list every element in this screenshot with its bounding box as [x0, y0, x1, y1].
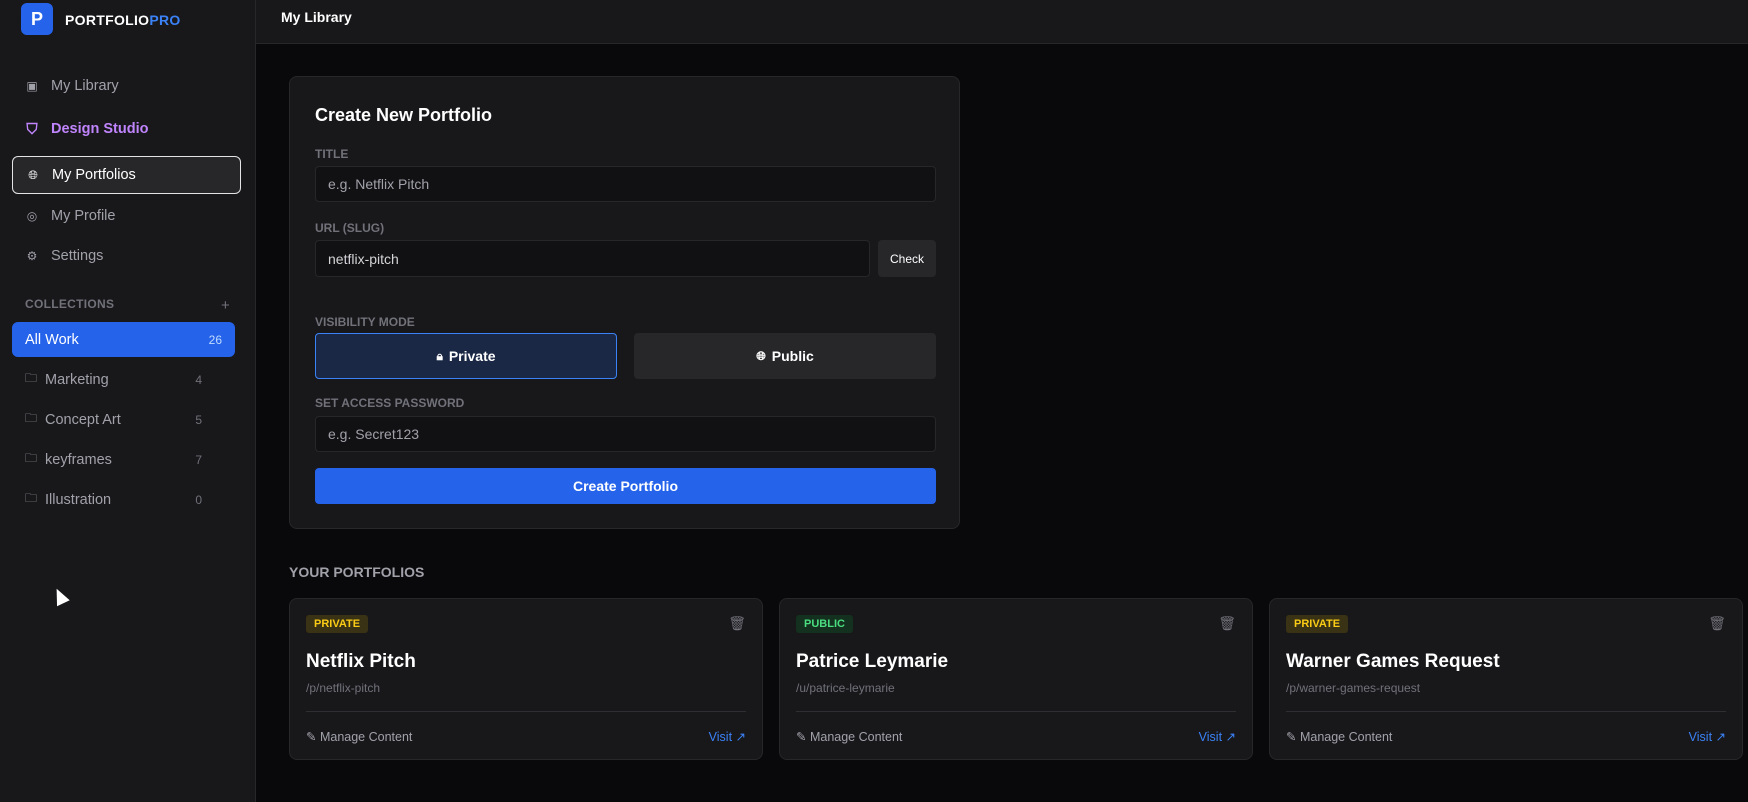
- globe-icon: 🌐︎: [28, 167, 38, 182]
- portfolio-title: Patrice Leymarie: [796, 651, 949, 672]
- portfolio-slug: /p/warner-games-request: [1286, 681, 1421, 695]
- collection-concept-art[interactable]: 🗀︎ Concept Art 5: [12, 402, 235, 437]
- collection-illustration[interactable]: 🗀︎ Illustration 0: [12, 482, 235, 517]
- slug-input[interactable]: netflix-pitch: [315, 240, 870, 277]
- title-label: TITLE: [315, 147, 349, 161]
- pencil-icon: ✎: [796, 730, 810, 744]
- title-input[interactable]: e.g. Netflix Pitch: [315, 166, 936, 202]
- password-input[interactable]: e.g. Secret123: [315, 416, 936, 452]
- portfolio-card: PRIVATE 🗑︎ Warner Games Request /p/warne…: [1269, 598, 1743, 760]
- collection-label: Marketing: [45, 371, 109, 388]
- brand-name-accent: PRO: [149, 12, 181, 28]
- trash-icon[interactable]: 🗑︎: [1218, 615, 1236, 632]
- pencil-icon: ✎: [1286, 730, 1300, 744]
- slug-label: URL (SLUG): [315, 221, 385, 235]
- visit-label: Visit: [708, 730, 733, 744]
- password-label: SET ACCESS PASSWORD: [315, 396, 465, 410]
- gear-icon: ⚙: [26, 249, 38, 263]
- collection-label: All Work: [25, 331, 79, 348]
- status-badge: PRIVATE: [1286, 615, 1349, 633]
- public-option[interactable]: 🌐︎ Public: [634, 333, 936, 379]
- public-label: Public: [771, 348, 814, 364]
- collection-all-work[interactable]: All Work 26: [12, 322, 235, 357]
- external-link-icon: ↗: [1712, 730, 1726, 744]
- paint-roller-icon: ⛉: [26, 120, 38, 138]
- manage-label: Manage Content: [809, 730, 903, 744]
- manage-content-link[interactable]: ✎ Manage Content: [796, 729, 902, 744]
- collection-count: 26: [208, 332, 222, 347]
- image-icon: ▣: [26, 79, 38, 93]
- brand-name-main: PORTFOLIO: [65, 12, 150, 28]
- visit-label: Visit: [1198, 730, 1223, 744]
- nav-label: Settings: [51, 248, 104, 264]
- collection-count: 7: [195, 452, 202, 467]
- manage-content-link[interactable]: ✎ Manage Content: [1286, 729, 1392, 744]
- visit-link[interactable]: Visit ↗: [1199, 729, 1236, 744]
- portfolio-card: PUBLIC 🗑︎ Patrice Leymarie /u/patrice-le…: [779, 598, 1253, 760]
- divider: [306, 711, 746, 712]
- external-link-icon: ↗: [732, 730, 746, 744]
- collections-heading: COLLECTIONS: [25, 297, 115, 311]
- collection-marketing[interactable]: 🗀︎ Marketing 4: [12, 362, 235, 397]
- portfolio-title: Warner Games Request: [1286, 651, 1500, 672]
- user-circle-icon: ◎: [26, 209, 38, 223]
- nav-label: My Library: [51, 78, 119, 94]
- private-label: Private: [448, 348, 496, 364]
- nav-my-portfolios[interactable]: 🌐︎ My Portfolios: [12, 156, 241, 194]
- nav-my-profile[interactable]: ◎ My Profile: [12, 197, 241, 235]
- visit-link[interactable]: Visit ↗: [1689, 729, 1726, 744]
- folder-icon: 🗀︎: [25, 491, 38, 505]
- top-bar: My Library: [256, 0, 1748, 44]
- portfolio-title: Netflix Pitch: [306, 651, 416, 672]
- collection-label: keyframes: [45, 451, 112, 468]
- divider: [796, 711, 1236, 712]
- globe-icon: 🌐︎: [756, 348, 766, 363]
- collection-count: 0: [195, 492, 202, 507]
- trash-icon[interactable]: 🗑︎: [1708, 615, 1726, 632]
- collection-keyframes[interactable]: 🗀︎ keyframes 7: [12, 442, 235, 477]
- divider: [1286, 711, 1726, 712]
- folder-icon: 🗀︎: [25, 411, 38, 425]
- visit-link[interactable]: Visit ↗: [709, 729, 746, 744]
- create-portfolio-form: Create New Portfolio TITLE e.g. Netflix …: [289, 76, 960, 529]
- page-title: My Library: [281, 9, 352, 25]
- folder-icon: 🗀︎: [25, 451, 38, 465]
- logo: P: [21, 3, 53, 35]
- check-slug-button[interactable]: Check: [878, 240, 936, 277]
- folder-icon: 🗀︎: [25, 371, 38, 385]
- nav-settings[interactable]: ⚙ Settings: [12, 237, 241, 275]
- collections-header: COLLECTIONS +: [25, 297, 230, 314]
- trash-icon[interactable]: 🗑︎: [728, 615, 746, 632]
- collection-count: 4: [195, 372, 202, 387]
- add-collection-button[interactable]: +: [221, 297, 230, 314]
- nav-label: My Profile: [51, 208, 116, 224]
- portfolios-heading: YOUR PORTFOLIOS: [289, 564, 425, 580]
- status-badge: PUBLIC: [796, 615, 853, 633]
- portfolio-card: PRIVATE 🗑︎ Netflix Pitch /p/netflix-pitc…: [289, 598, 763, 760]
- portfolio-slug: /u/patrice-leymarie: [796, 681, 895, 695]
- brand-name: PORTFOLIOPRO: [65, 12, 181, 28]
- external-link-icon: ↗: [1222, 730, 1236, 744]
- manage-label: Manage Content: [1299, 730, 1393, 744]
- nav-my-library[interactable]: ▣ My Library: [12, 67, 241, 105]
- lock-icon: 🔒︎: [436, 348, 443, 363]
- form-title: Create New Portfolio: [315, 105, 493, 125]
- collection-count: 5: [195, 412, 202, 427]
- pencil-icon: ✎: [306, 730, 320, 744]
- status-badge: PRIVATE: [306, 615, 369, 633]
- nav-design-studio[interactable]: ⛉ Design Studio: [12, 110, 241, 148]
- nav-label: My Portfolios: [52, 167, 136, 183]
- manage-content-link[interactable]: ✎ Manage Content: [306, 729, 412, 744]
- collection-label: Concept Art: [45, 411, 121, 428]
- visibility-label: VISIBILITY MODE: [315, 315, 415, 329]
- nav-label: Design Studio: [51, 121, 149, 137]
- visit-label: Visit: [1688, 730, 1713, 744]
- create-portfolio-button[interactable]: Create Portfolio: [315, 468, 936, 504]
- manage-label: Manage Content: [319, 730, 413, 744]
- sidebar: P PORTFOLIOPRO ▣ My Library ⛉ Design Studi…: [0, 0, 256, 802]
- portfolio-slug: /p/netflix-pitch: [306, 681, 381, 695]
- private-option[interactable]: 🔒︎ Private: [315, 333, 617, 379]
- collection-label: Illustration: [45, 491, 112, 508]
